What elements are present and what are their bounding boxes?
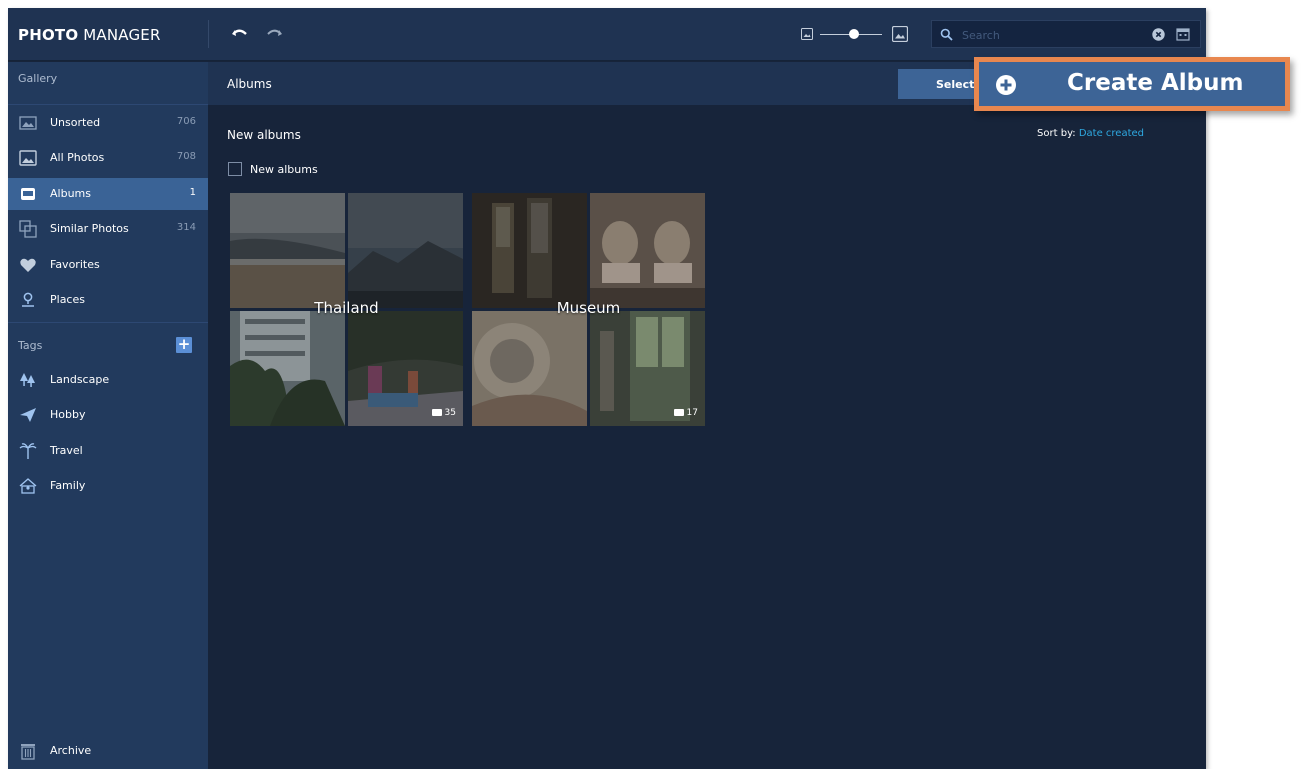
undo-icon[interactable]	[230, 24, 250, 44]
brand-bold: PHOTO	[18, 26, 79, 44]
toolbar-divider	[208, 20, 209, 48]
app-logo: PHOTO MANAGER	[18, 26, 161, 44]
calendar-icon[interactable]	[1176, 27, 1190, 41]
photo-count-icon	[431, 409, 442, 416]
map-pin-icon	[22, 292, 34, 307]
gallery-heading: Gallery	[18, 72, 58, 85]
album-thumbnail	[230, 311, 345, 426]
album-count-value: 17	[686, 408, 698, 418]
tags-heading: Tags	[18, 339, 43, 352]
album-card[interactable]: Thailand 35	[230, 193, 463, 426]
family-house-icon	[19, 478, 37, 494]
trash-icon	[21, 744, 35, 760]
paper-plane-icon	[20, 408, 36, 422]
sidebar: Gallery Unsorted 706 All Photos 708 Albu…	[8, 62, 208, 769]
page-title: Albums	[227, 77, 272, 91]
album-card[interactable]: Museum 17	[472, 193, 705, 426]
palm-tree-icon	[19, 443, 37, 459]
album-thumbnail	[472, 193, 587, 308]
sidebar-divider	[8, 322, 208, 323]
album-photo-count: 35	[431, 408, 456, 418]
zoom-in-image-icon[interactable]	[892, 26, 908, 42]
album-thumbnail	[590, 193, 705, 308]
create-album-button[interactable]: Create Album	[974, 57, 1290, 111]
sidebar-item-albums[interactable]: Albums 1	[8, 178, 208, 210]
sidebar-item-count: 706	[176, 116, 196, 127]
zoom-out-image-icon[interactable]	[801, 28, 813, 40]
sidebar-item-family[interactable]: Family	[8, 470, 208, 502]
search-input[interactable]	[962, 25, 1142, 45]
sidebar-item-count: 314	[176, 222, 196, 233]
album-count-value: 35	[444, 408, 456, 418]
sidebar-item-similar-photos[interactable]: Similar Photos 314	[8, 213, 208, 245]
photos-icon	[19, 150, 37, 166]
title-bar: PHOTO MANAGER	[8, 8, 1206, 61]
album-thumbnail	[472, 311, 587, 426]
sidebar-item-label: Places	[50, 293, 85, 306]
zoom-slider-handle[interactable]	[849, 29, 860, 39]
sort-control: Sort by: Date created	[1037, 128, 1144, 139]
search-icon	[940, 28, 953, 41]
album-name: Thailand	[314, 299, 379, 317]
checkbox-label: New albums	[250, 163, 318, 176]
heart-icon	[20, 258, 36, 272]
main-content: Albums Select New albums Sort by: Date c…	[208, 62, 1206, 769]
sidebar-item-label: Unsorted	[50, 116, 101, 129]
add-tag-button[interactable]: +	[176, 337, 192, 353]
brand-light: MANAGER	[83, 26, 161, 44]
sidebar-item-archive[interactable]: Archive	[8, 735, 208, 767]
sidebar-item-travel[interactable]: Travel	[8, 435, 208, 467]
sidebar-item-landscape[interactable]: Landscape	[8, 364, 208, 396]
sort-label: Sort by:	[1037, 128, 1076, 139]
sidebar-item-hobby[interactable]: Hobby	[8, 399, 208, 431]
group-checkbox[interactable]	[228, 162, 242, 176]
sort-value-link[interactable]: Date created	[1079, 128, 1144, 139]
search-box	[931, 20, 1201, 48]
sidebar-item-favorites[interactable]: Favorites	[8, 249, 208, 281]
app-window: PHOTO MANAGER Search Gallery Unsorted 70…	[8, 8, 1206, 769]
similar-photos-icon	[19, 220, 37, 238]
albums-icon	[21, 188, 35, 200]
clear-search-icon[interactable]	[1152, 28, 1165, 41]
sidebar-item-count: 708	[176, 151, 196, 162]
album-group-title: New albums	[227, 128, 301, 142]
sidebar-item-label: All Photos	[50, 151, 105, 164]
sidebar-item-label: Albums	[50, 187, 91, 200]
sidebar-item-all-photos[interactable]: All Photos 708	[8, 142, 208, 174]
sidebar-item-label: Hobby	[50, 408, 86, 421]
sidebar-item-label: Travel	[50, 444, 83, 457]
album-thumbnail	[230, 193, 345, 308]
album-photo-count: 17	[673, 408, 698, 418]
sidebar-item-places[interactable]: Places	[8, 284, 208, 316]
sidebar-item-label: Family	[50, 479, 86, 492]
unsorted-icon	[19, 116, 37, 130]
create-album-label: Create Album	[1067, 70, 1244, 96]
redo-icon[interactable]	[264, 24, 284, 44]
sidebar-item-label: Favorites	[50, 258, 100, 271]
album-thumbnail	[348, 193, 463, 308]
sidebar-divider	[8, 104, 208, 105]
sidebar-item-count: 1	[189, 187, 196, 198]
sidebar-item-label: Archive	[50, 744, 92, 757]
sidebar-item-label: Landscape	[50, 373, 110, 386]
trees-icon	[20, 373, 35, 387]
sidebar-item-unsorted[interactable]: Unsorted 706	[8, 107, 208, 139]
sidebar-item-label: Similar Photos	[50, 222, 129, 235]
album-name: Museum	[556, 299, 621, 317]
create-album-button-inner: Create Album	[979, 62, 1285, 106]
plus-circle-icon	[996, 75, 1016, 95]
photo-count-icon	[673, 409, 684, 416]
